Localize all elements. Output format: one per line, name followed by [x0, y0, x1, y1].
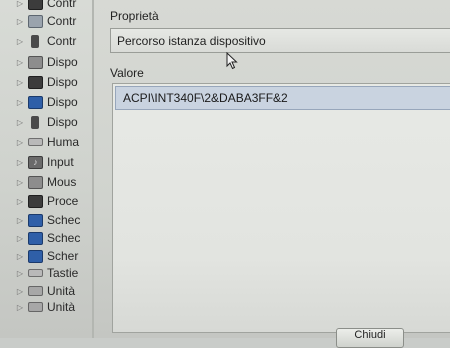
tree-item[interactable]: ▷ Mous: [0, 172, 92, 192]
expand-arrow-icon[interactable]: ▷: [12, 58, 28, 67]
tree-item-label: Mous: [47, 175, 77, 189]
tree-item-label: Dispo: [47, 55, 78, 69]
tree-item[interactable]: ▷ Huma: [0, 132, 92, 152]
tree-item[interactable]: ▷ Schec: [0, 228, 92, 248]
display-adapter-icon: [28, 249, 43, 263]
expand-arrow-icon[interactable]: ▷: [12, 269, 28, 278]
expand-arrow-icon[interactable]: ▷: [12, 178, 28, 187]
value-text: ACPI\INT340F\2&DABA3FF&2: [123, 91, 288, 105]
device-tree: ▷ Contr ▷ Contr ▷ Contr ▷ Dispo ▷ Dispo …: [0, 0, 93, 338]
expand-arrow-icon[interactable]: ▷: [12, 78, 28, 87]
monitor-icon: [28, 95, 43, 109]
tree-item[interactable]: ▷ Dispo: [0, 112, 92, 132]
tree-item-label: Huma: [47, 135, 80, 149]
usb-controller-icon: [28, 14, 43, 28]
processor-icon: [28, 194, 43, 208]
tree-item[interactable]: ▷ Contr: [0, 11, 92, 31]
tree-item-label: Tastie: [47, 266, 79, 280]
value-label: Valore: [110, 66, 144, 80]
disk-icon: [28, 55, 43, 69]
tree-item[interactable]: ▷ ♪ Input: [0, 152, 92, 172]
tree-item-label: Scher: [47, 249, 79, 263]
tree-item-label: Contr: [47, 0, 77, 10]
tree-item[interactable]: ▷ Dispo: [0, 72, 92, 92]
network-card-icon: [28, 213, 43, 227]
device-properties-dialog: Proprietà Percorso istanza dispositivo V…: [92, 0, 450, 348]
tree-item[interactable]: ▷ Dispo: [0, 52, 92, 72]
expand-arrow-icon[interactable]: ▷: [12, 0, 28, 8]
drive-icon: [28, 286, 43, 296]
expand-arrow-icon[interactable]: ▷: [12, 287, 28, 296]
keyboard-icon: [28, 269, 43, 277]
expand-arrow-icon[interactable]: ▷: [12, 234, 28, 243]
tree-item-label: Dispo: [47, 75, 78, 89]
audio-card-icon: [28, 231, 43, 245]
tree-item-label: Dispo: [47, 95, 78, 109]
expand-arrow-icon[interactable]: ▷: [12, 303, 28, 312]
tree-item[interactable]: ▷ Dispo: [0, 92, 92, 112]
tree-item[interactable]: ▷ Tastie: [0, 263, 92, 283]
tree-item-label: Contr: [47, 34, 77, 48]
expand-arrow-icon[interactable]: ▷: [12, 118, 28, 127]
expand-arrow-icon[interactable]: ▷: [12, 197, 28, 206]
tree-item-label: Contr: [47, 14, 77, 28]
tree-item-label: Schec: [47, 213, 81, 227]
property-label: Proprietà: [110, 9, 159, 23]
phone-device-icon: [31, 115, 39, 129]
expand-arrow-icon[interactable]: ▷: [12, 138, 28, 147]
expand-arrow-icon[interactable]: ▷: [12, 37, 28, 46]
device-icon: [28, 75, 43, 89]
expand-arrow-icon[interactable]: ▷: [12, 252, 28, 261]
expand-arrow-icon[interactable]: ▷: [12, 17, 28, 26]
expand-arrow-icon[interactable]: ▷: [12, 158, 28, 167]
property-select[interactable]: Percorso istanza dispositivo: [110, 28, 450, 53]
tree-item[interactable]: ▷ Schec: [0, 210, 92, 230]
property-select-value: Percorso istanza dispositivo: [117, 33, 266, 48]
tree-item-label: Unità: [47, 300, 76, 314]
value-listbox[interactable]: ACPI\INT340F\2&DABA3FF&2: [112, 83, 450, 333]
human-interface-icon: [28, 138, 43, 146]
audio-input-icon: ♪: [28, 155, 43, 169]
tree-item-label: Dispo: [47, 115, 78, 129]
mouse-icon: [28, 175, 43, 189]
chip-icon: [28, 0, 43, 10]
close-button[interactable]: Chiudi: [336, 328, 404, 348]
plug-icon: [31, 34, 39, 48]
expand-arrow-icon[interactable]: ▷: [12, 98, 28, 107]
expand-arrow-icon[interactable]: ▷: [12, 216, 28, 225]
tree-item[interactable]: ▷ Unità: [0, 297, 92, 317]
mouse-cursor-icon: [226, 52, 238, 70]
tree-item-label: Schec: [47, 231, 81, 245]
tree-item-label: Proce: [47, 194, 79, 208]
disk-drive-icon: [28, 302, 43, 312]
tree-item[interactable]: ▷ Proce: [0, 191, 92, 211]
tree-item-label: Input: [47, 155, 74, 169]
list-item[interactable]: ACPI\INT340F\2&DABA3FF&2: [115, 86, 450, 110]
tree-item[interactable]: ▷ Contr: [0, 31, 92, 51]
tree-item-label: Unità: [47, 284, 76, 298]
